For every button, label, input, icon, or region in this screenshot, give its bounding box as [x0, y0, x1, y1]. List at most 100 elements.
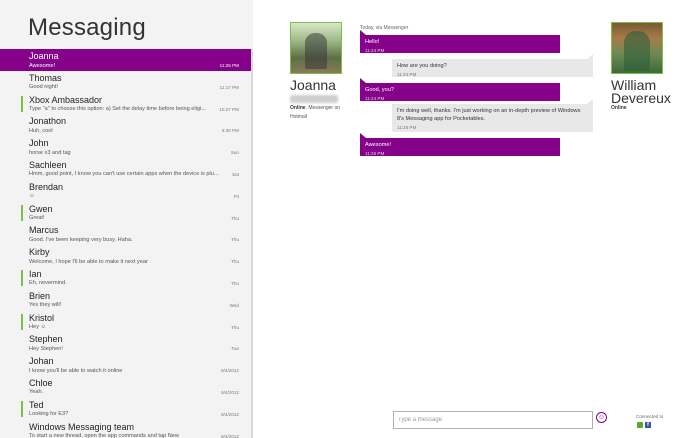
message-text: Awesome! [365, 142, 392, 148]
online-indicator [21, 313, 23, 330]
conversation-snippet: Hmm, good point, I know you can't use ce… [29, 171, 219, 178]
status-online-label: Online [290, 105, 306, 111]
conversation-item[interactable]: Chloe Yeah. 6/4/2012 [0, 376, 253, 398]
conversation-time: 6/4/2012 [221, 433, 239, 438]
conversation-sidebar: Messaging Joanna Awesome! 11:25 PM Thomas Go… [0, 0, 253, 438]
conversation-time: 11:25 PM [219, 63, 239, 68]
conversation-name: Brendan [29, 181, 64, 192]
conversation-name: Joanna [29, 51, 59, 61]
conversation-time: Sun [230, 150, 239, 156]
message-text: Good, you? [365, 87, 394, 93]
conversation-item[interactable]: Stephen Hey Stephen! Tue [0, 332, 253, 354]
conversation-snippet: Looking for E3? [29, 411, 69, 418]
message-text: Hello! [365, 39, 380, 45]
conversation-time: 11:17 PM [219, 84, 239, 90]
conversation-time: 10:27 PM [219, 106, 239, 112]
connected-to-label: Connected to [636, 414, 664, 419]
conversation-item[interactable]: Kirby Welcome, I hope I'll be able to mak… [0, 245, 253, 267]
app-title: Messaging [28, 14, 146, 41]
conversation-item[interactable]: Jonathon Huh, cool 6:30 PM [0, 114, 253, 136]
conversation-time: 6/4/2012 [221, 411, 239, 417]
contact-photo-william [611, 22, 663, 74]
conversation-snippet: Hey ☺ [29, 324, 47, 331]
conversation-snippet: horse x3 and tag [29, 149, 71, 156]
status-online-label: Online [611, 105, 627, 111]
incoming-message: How are you doing? 11:24 PM [392, 54, 593, 77]
message-time: 11:24 PM [365, 96, 385, 101]
conversation-snippet: Hey Stephen! [29, 345, 63, 352]
conversation-name: Jonathon [29, 116, 67, 127]
conversation-snippet: To start a new thread, open the app comm… [29, 433, 179, 438]
conversation-item[interactable]: Ted Looking for E3? 6/4/2012 [0, 398, 253, 420]
contact-photo-joanna [290, 22, 342, 74]
conversation-name: Chloe [29, 377, 53, 388]
message-input[interactable] [393, 411, 593, 429]
message-time: 11:24 PM [397, 72, 417, 77]
message-text: How are you doing? [397, 63, 447, 69]
conversation-item[interactable]: Xbox Ambassador Type "a" to choose this o… [0, 93, 253, 115]
conversation-snippet: Yes they will! [29, 302, 62, 309]
conversation-item[interactable]: Thomas Good night! 11:17 PM [0, 71, 253, 93]
conversation-item[interactable]: Windows Messaging team To start a new thr… [0, 420, 253, 438]
incoming-message: I'm doing well, thanks. I'm just working… [392, 99, 593, 132]
conversation-item[interactable]: John horse x3 and tag Sun [0, 136, 253, 158]
contact-status-right: Online [611, 104, 627, 113]
message-time: 11:25 PM [397, 125, 417, 130]
conversation-time: Tue [231, 346, 239, 352]
sidebar-scrollbar[interactable] [251, 49, 253, 438]
smiley-icon[interactable]: ☺ [596, 412, 607, 423]
conversation-name: Kristol [29, 312, 55, 323]
contact-name-left: Joanna [290, 77, 336, 93]
conversation-snippet: Huh, cool [29, 127, 53, 134]
conversation-item[interactable]: Kristol Hey ☺ Thu [0, 311, 253, 333]
conversation-name: Windows Messaging team [29, 421, 135, 432]
conversation-name: Sachleen [29, 159, 67, 170]
conversation-time: 6:30 PM [221, 128, 239, 134]
conversation-item[interactable]: Brien Yes they will! Wed [0, 289, 253, 311]
conversation-time: Thu [231, 237, 239, 243]
conversation-item[interactable]: Marcus Good. I've been keeping very busy.… [0, 223, 253, 245]
conversation-name: John [29, 138, 49, 149]
conversation-snippet: ☺ [29, 193, 35, 200]
conversation-header: Today, via Messenger [360, 25, 409, 31]
conversation-snippet: I know you'll be able to watch it online [29, 367, 123, 374]
conversation-item[interactable]: Brendan ☺ Fri [0, 180, 253, 202]
xbox-icon [637, 422, 643, 428]
facebook-icon: f [645, 422, 651, 428]
conversation-name: Johan [29, 356, 54, 367]
conversation-time: Fri [233, 193, 239, 199]
conversation-name: Ian [29, 268, 42, 279]
message-time: 11:25 PM [365, 151, 385, 156]
conversation-list: Joanna Awesome! 11:25 PM Thomas Good night! 1… [0, 49, 253, 438]
conversation-time: Sat [232, 171, 239, 177]
conversation-snippet: Good night! [29, 84, 58, 91]
conversation-name: Ted [29, 399, 44, 410]
online-indicator [21, 95, 23, 112]
conversation-item[interactable]: Ian Eh, nevermind. Thu [0, 267, 253, 289]
conversation-time: Thu [231, 324, 239, 330]
blurred-contact-id [290, 95, 338, 103]
outgoing-message: Hello! 11:24 PM [360, 30, 560, 53]
conversation-snippet: Awesome! [29, 62, 56, 69]
conversation-time: Wed [229, 302, 239, 308]
conversation-snippet: Eh, nevermind. [29, 280, 67, 287]
conversation-item[interactable]: Joanna Awesome! 11:25 PM [0, 49, 253, 71]
conversation-name: Stephen [29, 334, 63, 345]
conversation-item[interactable]: Sachleen Hmm, good point, I know you can'… [0, 158, 253, 180]
conversation-time: Thu [231, 215, 239, 221]
conversation-item[interactable]: Johan I know you'll be able to watch it o… [0, 354, 253, 376]
contact-status-left: Online, Messenger on Hotmail [290, 104, 350, 122]
conversation-name: Kirby [29, 247, 50, 258]
conversation-item[interactable]: Gwen Great! Thu [0, 202, 253, 224]
conversation-name: Xbox Ambassador [29, 94, 103, 105]
message-time: 11:24 PM [365, 48, 385, 53]
conversation-time: 6/4/2012 [221, 368, 239, 374]
conversation-time: Thu [231, 280, 239, 286]
online-indicator [21, 204, 23, 221]
person-silhouette [305, 33, 327, 69]
outgoing-message: Good, you? 11:24 PM [360, 78, 560, 101]
conversation-snippet: Yeah. [29, 389, 44, 396]
conversation-snippet: Good. I've been keeping very busy. Haha. [29, 236, 133, 243]
conversation-snippet: Type "a" to choose this option: a) Set t… [29, 106, 206, 113]
online-indicator [21, 269, 23, 286]
